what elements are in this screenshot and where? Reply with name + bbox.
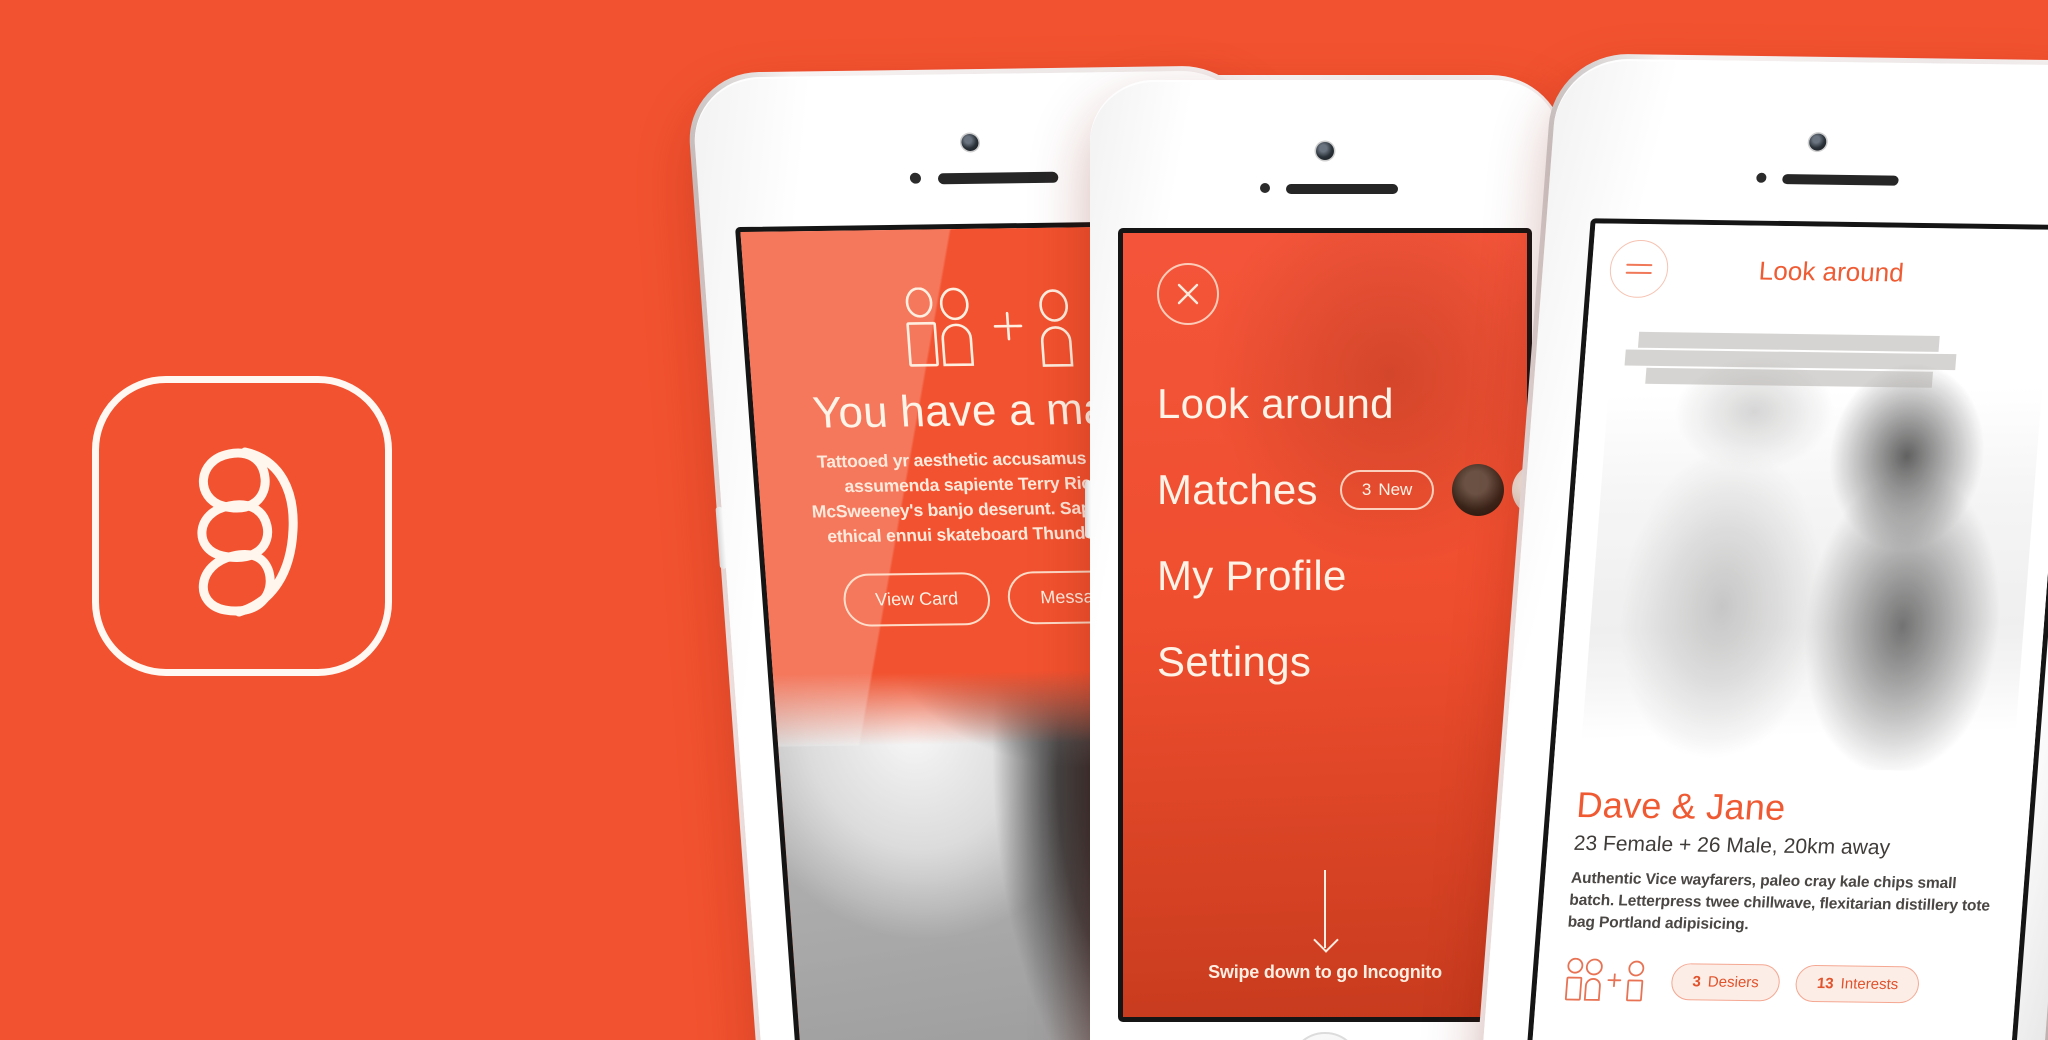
stat-interests-badge[interactable]: 13 Interests [1794,964,1921,1003]
menu-item-look-around[interactable]: Look around [1157,361,1527,447]
profile-bio: Authentic Vice wayfarers, paleo cray kal… [1567,869,1991,934]
menu-item-settings[interactable]: Settings [1157,619,1527,705]
profile-name: Dave & Jane [1575,784,1788,828]
incognito-hint: Swipe down to go Incognito [1123,870,1527,983]
profile-meta: 23 Female + 26 Male, 20km away [1572,831,1891,860]
menu-item-my-profile[interactable]: My Profile [1157,533,1527,619]
logo-glyph-icon [197,447,298,617]
proximity-sensor-icon [1260,183,1270,193]
menu-item-label: My Profile [1157,552,1347,599]
menu-item-matches[interactable]: Matches 3 New [1157,447,1527,533]
profile-photo[interactable] [1553,315,2048,773]
badge-label: New [1378,480,1413,499]
photo-layer [1579,341,2046,773]
incognito-hint-label: Swipe down to go Incognito [1208,962,1442,982]
stat-count: 3 [1691,972,1702,990]
earpiece-speaker-icon [937,171,1059,185]
screen-menu: Look around Matches 3 New My Profile Set… [1118,228,1532,1022]
screen-profile: Look around Dave & Jane 23 Female + 26 M… [1526,218,2048,1040]
front-camera-icon [1316,142,1334,160]
earpiece-speaker-icon [1286,184,1398,194]
couple-plus-person-icon [905,287,1074,367]
proximity-sensor-icon [909,172,922,184]
close-icon [1177,283,1199,305]
phone-profile-screen: Look around Dave & Jane 23 Female + 26 M… [1473,58,2048,1040]
front-camera-icon [960,133,980,152]
close-button[interactable] [1157,263,1219,325]
volume-button[interactable] [1085,480,1091,538]
profile-header: Look around [1588,223,2048,321]
stat-label: Desiers [1707,973,1760,991]
new-matches-badge[interactable]: 3 New [1339,470,1435,510]
earpiece-speaker-icon [1781,174,1899,186]
menu-item-label: Settings [1157,638,1312,685]
stat-count: 13 [1816,974,1835,992]
app-logo [92,376,392,676]
badge-count: 3 [1361,480,1372,499]
arrow-down-icon [1324,870,1326,948]
menu-item-label: Look around [1157,380,1394,427]
couple-plus-person-icon [1564,957,1645,1002]
stat-label: Interests [1840,974,1899,993]
stat-desiers-badge[interactable]: 3 Desiers [1670,962,1782,1001]
menu-item-label: Matches [1157,466,1318,513]
profile-stats: 3 Desiers 13 Interests [1562,957,1992,1008]
match-avatar-1[interactable] [1452,464,1505,516]
view-card-button[interactable]: View Card [841,572,993,628]
